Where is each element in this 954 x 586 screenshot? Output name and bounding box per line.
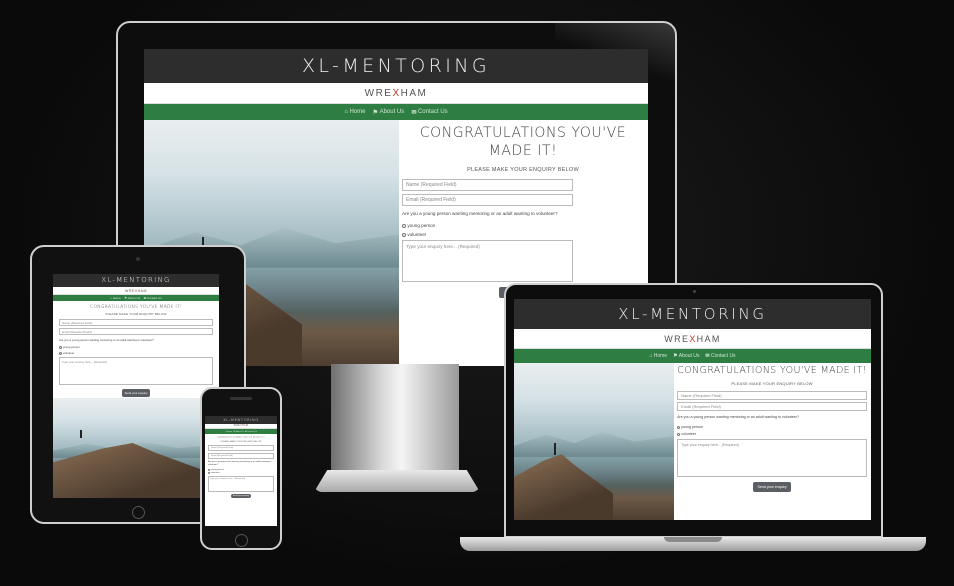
site-nav: Home About Us Contact Us xyxy=(144,104,648,120)
enquiry-form: CONGRATULATIONS YOU'VE MADE IT! PLEASE M… xyxy=(53,301,219,397)
site-title: XL-MENTORING xyxy=(301,55,491,77)
radio-volunteer[interactable]: volunteer xyxy=(677,432,696,436)
laptop-notch xyxy=(664,537,722,542)
nav-about[interactable]: About Us xyxy=(233,431,244,433)
radio-young-person[interactable]: young person xyxy=(677,425,703,429)
tablet-site: XL-MENTORING WREXHAM Home About Us Conta… xyxy=(53,274,219,498)
radio-volunteer[interactable]: volunteer xyxy=(208,472,220,474)
page-heading: CONGRATULATIONS YOU'VE MADE IT! xyxy=(419,125,627,159)
laptop-device: XL-MENTORING WREXHAM Home About Us Conta… xyxy=(504,283,883,538)
nav-about[interactable]: About Us xyxy=(124,296,140,300)
page-heading: CONGRATULATIONS YOU'VE MADE IT! xyxy=(217,436,265,439)
nav-contact[interactable]: Contact Us xyxy=(245,431,257,433)
mentoring-question: Are you a young person wanting mentoring… xyxy=(402,211,558,216)
enquiry-prompt: PLEASE MAKE YOUR ENQUIRY BELOW xyxy=(105,312,167,316)
radio-icon xyxy=(402,232,406,237)
mentoring-question: Are you a young person wanting mentoring… xyxy=(677,415,799,419)
mail-icon xyxy=(411,109,416,116)
radio-volunteer[interactable]: volunteer xyxy=(402,232,426,237)
name-field[interactable]: Name (Required Field) xyxy=(59,319,213,326)
site-subtitle: WREXHAM xyxy=(514,329,871,349)
radio-icon xyxy=(402,223,406,228)
home-icon xyxy=(649,353,652,359)
home-icon xyxy=(110,296,112,300)
site-subtitle: WREXHAM xyxy=(144,83,648,104)
phone-device: XL-MENTORING WREXHAM Home About Us Conta… xyxy=(200,387,282,550)
camera-icon xyxy=(136,257,140,261)
enquiry-textarea[interactable]: Type your enquiry here... (Required) xyxy=(208,476,274,492)
nav-about[interactable]: About Us xyxy=(673,353,700,359)
nav-home[interactable]: Home xyxy=(649,353,667,359)
email-field[interactable]: Email (Required Field) xyxy=(59,328,213,335)
radio-young-person[interactable]: young person xyxy=(402,223,435,228)
enquiry-textarea[interactable]: Type your enquiry here... (Required) xyxy=(677,439,867,477)
site-header: XL-MENTORING xyxy=(514,299,871,329)
enquiry-form: CONGRATULATIONS YOU'VE MADE IT! PLEASE M… xyxy=(205,434,277,498)
radio-icon xyxy=(59,345,62,349)
monitor-stand-foot xyxy=(314,470,480,492)
hero-photo xyxy=(514,363,675,520)
name-field[interactable]: Name (Required Field) xyxy=(402,179,573,191)
phone-site: XL-MENTORING WREXHAM Home About Us Conta… xyxy=(205,416,277,526)
nav-about[interactable]: About Us xyxy=(373,109,405,116)
page-heading: CONGRATULATIONS YOU'VE MADE IT! xyxy=(90,305,182,310)
radio-icon xyxy=(59,351,62,355)
enquiry-textarea[interactable]: Type your enquiry here... (Required) xyxy=(402,240,573,282)
monitor-stand-neck xyxy=(331,364,459,478)
site-title: XL-MENTORING xyxy=(101,276,171,284)
site-header: XL-MENTORING xyxy=(144,49,648,83)
site-subtitle: WREXHAM xyxy=(53,287,219,295)
speaker-icon xyxy=(230,397,252,400)
nav-contact[interactable]: Contact Us xyxy=(705,353,736,359)
radio-icon xyxy=(677,432,681,436)
nav-contact[interactable]: Contact Us xyxy=(144,296,162,300)
mail-icon xyxy=(144,296,147,300)
radio-volunteer[interactable]: volunteer xyxy=(59,351,74,355)
mentoring-question: Are you a young person wanting mentoring… xyxy=(59,338,154,342)
send-enquiry-button[interactable]: Send your enquiry xyxy=(753,482,791,492)
site-header: XL-MENTORING xyxy=(205,416,277,424)
flag-icon xyxy=(124,296,127,300)
nav-home[interactable]: Home xyxy=(344,109,365,115)
enquiry-form: CONGRATULATIONS YOU'VE MADE IT! PLEASE M… xyxy=(674,363,871,520)
enquiry-textarea[interactable]: Type your enquiry here... (Required) xyxy=(59,357,213,385)
radio-young-person[interactable]: young person xyxy=(59,345,80,349)
flag-icon xyxy=(673,353,677,359)
site-nav: Home About Us Contact Us xyxy=(514,349,871,363)
site-body: CONGRATULATIONS YOU'VE MADE IT! PLEASE M… xyxy=(514,363,871,520)
camera-icon xyxy=(693,290,696,293)
name-field[interactable]: Name (Required Field) xyxy=(677,391,867,400)
site-header: XL-MENTORING xyxy=(53,274,219,287)
mentoring-question: Are you a young person wanting mentoring… xyxy=(208,461,272,466)
hero-photo xyxy=(53,398,219,498)
email-field[interactable]: Email (Required Field) xyxy=(677,402,867,411)
mail-icon xyxy=(705,353,709,359)
radio-icon xyxy=(677,425,681,429)
person-figure xyxy=(554,443,556,455)
enquiry-prompt: PLEASE MAKE YOUR ENQUIRY BELOW xyxy=(220,441,262,443)
home-button[interactable] xyxy=(235,534,248,547)
site-title: XL-MENTORING xyxy=(618,305,767,323)
laptop-site: XL-MENTORING WREXHAM Home About Us Conta… xyxy=(514,299,871,520)
send-enquiry-button[interactable]: Send your enquiry xyxy=(230,494,252,498)
site-title: XL-MENTORING xyxy=(223,418,259,422)
email-field[interactable]: Email (Required Field) xyxy=(402,194,573,206)
enquiry-prompt: PLEASE MAKE YOUR ENQUIRY BELOW xyxy=(731,381,813,386)
home-icon xyxy=(344,109,348,115)
radio-young-person[interactable]: young person xyxy=(208,469,224,471)
email-field[interactable]: Email (Required Field) xyxy=(208,453,274,459)
page-heading: CONGRATULATIONS YOU'VE MADE IT! xyxy=(677,365,867,376)
device-mockup-stage: XL-MENTORING WREXHAM Home About Us Conta… xyxy=(0,0,954,586)
send-enquiry-button[interactable]: Send your enquiry xyxy=(121,389,151,397)
nav-home[interactable]: Home xyxy=(110,296,121,300)
person-figure xyxy=(80,430,82,438)
nav-home[interactable]: Home xyxy=(225,431,232,433)
flag-icon xyxy=(373,109,378,116)
nav-contact[interactable]: Contact Us xyxy=(411,109,448,116)
name-field[interactable]: Name (Required Field) xyxy=(208,445,274,451)
home-button[interactable] xyxy=(132,506,145,519)
person-figure xyxy=(202,237,204,245)
enquiry-prompt: PLEASE MAKE YOUR ENQUIRY BELOW xyxy=(467,167,579,173)
